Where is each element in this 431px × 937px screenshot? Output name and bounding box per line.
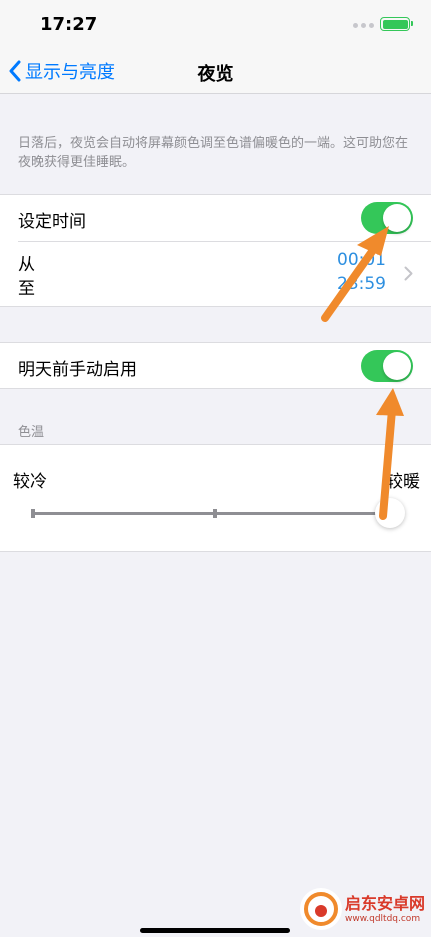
- schedule-row: 设定时间: [0, 195, 431, 241]
- to-label: 至: [18, 279, 35, 299]
- cooler-label: 较冷: [13, 472, 47, 492]
- schedule-group: 设定时间 从 至 00:01 23:59: [0, 194, 431, 307]
- battery-icon: [380, 17, 413, 31]
- signal-dots-icon: [353, 23, 375, 29]
- watermark-url: www.qdltdq.com: [345, 913, 421, 924]
- from-label: 从: [18, 255, 35, 275]
- manual-row: 明天前手动启用: [0, 343, 431, 389]
- home-indicator: [140, 928, 290, 933]
- manual-label: 明天前手动启用: [18, 360, 137, 380]
- from-time: 00:01: [337, 250, 386, 270]
- navigation-bar: 显示与亮度 夜览: [0, 48, 431, 94]
- schedule-label: 设定时间: [18, 212, 86, 232]
- status-bar: 17:27: [0, 0, 431, 48]
- warmer-label: 较暖: [386, 472, 420, 492]
- slider-thumb[interactable]: [375, 498, 405, 528]
- watermark-text: 启东安卓网: [345, 893, 426, 913]
- status-time: 17:27: [40, 14, 98, 35]
- color-temp-group: [0, 444, 431, 552]
- chevron-right-icon: [404, 266, 413, 281]
- slider-tick: [213, 509, 217, 518]
- color-temp-header: 色温: [18, 425, 45, 440]
- night-shift-description: 日落后，夜览会自动将屏幕颜色调至色谱偏暖色的一端。这可助您在夜晚获得更佳睡眠。: [18, 136, 409, 170]
- schedule-toggle[interactable]: [361, 202, 413, 234]
- to-time: 23:59: [337, 274, 386, 294]
- slider-tick: [31, 509, 35, 518]
- color-temp-slider[interactable]: [32, 512, 392, 515]
- page-title: 夜览: [197, 64, 234, 85]
- watermark-logo-icon: [300, 888, 342, 930]
- manual-toggle[interactable]: [361, 350, 413, 382]
- watermark: 启东安卓网 www.qdltdq.com: [300, 885, 431, 933]
- manual-group: 明天前手动启用: [0, 342, 431, 389]
- schedule-time-row[interactable]: 从 至 00:01 23:59: [0, 242, 431, 307]
